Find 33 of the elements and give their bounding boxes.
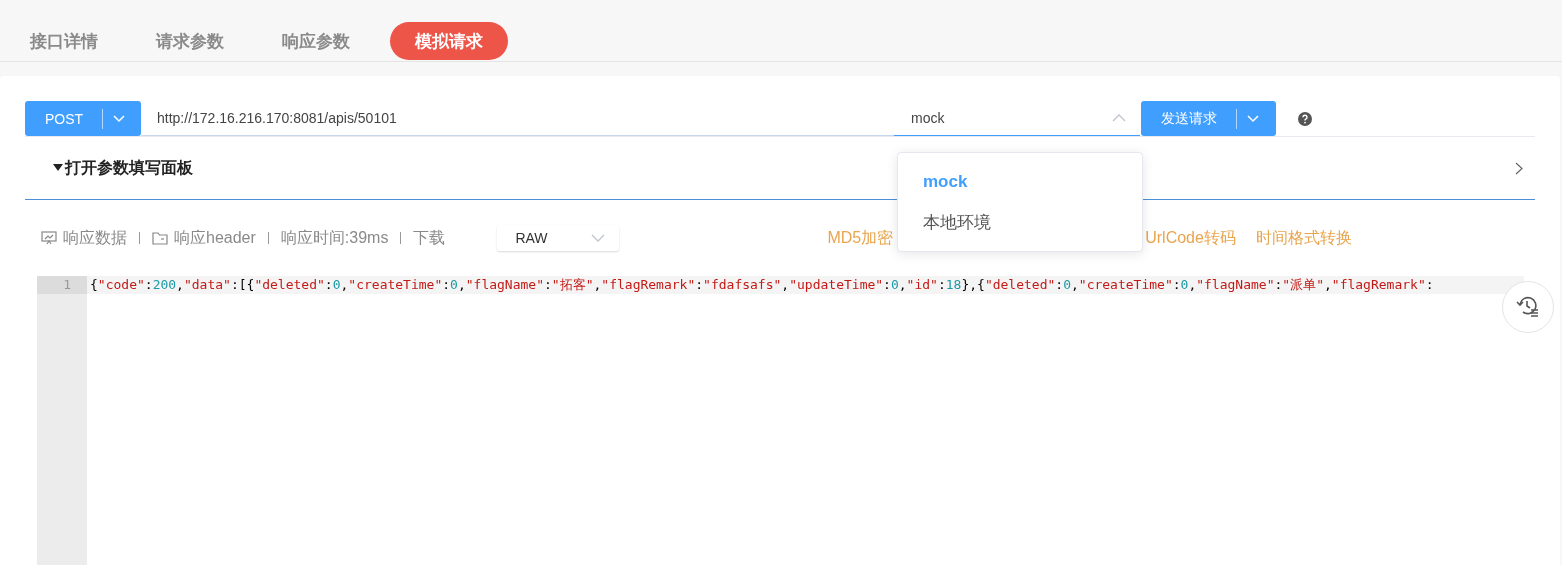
caret-icon: [53, 164, 63, 172]
tool-link[interactable]: UrlCode转码: [1145, 227, 1236, 249]
chevron-right-icon[interactable]: [1515, 161, 1523, 175]
tab[interactable]: 请求参数: [138, 22, 242, 60]
chevron-down-icon: [591, 234, 606, 242]
send-button[interactable]: 发送请求: [1141, 101, 1276, 136]
history-button[interactable]: [1502, 281, 1554, 333]
method-label: POST: [44, 110, 85, 127]
url-field[interactable]: http://172.16.216.170:8081/apis/50101: [141, 101, 894, 136]
environment-option[interactable]: mock: [898, 161, 1142, 202]
environment-option[interactable]: 本地环境: [898, 202, 1142, 243]
response-tab[interactable]: 响应header: [152, 227, 256, 249]
send-label: 发送请求: [1160, 109, 1218, 128]
param-panel-toggle[interactable]: 打开参数填写面板: [53, 157, 193, 179]
tab[interactable]: 响应参数: [264, 22, 368, 60]
folder-icon: [152, 231, 168, 245]
chevron-down-icon: [113, 114, 126, 123]
format-select[interactable]: RAW: [497, 225, 620, 251]
tab[interactable]: 模拟请求: [390, 22, 508, 60]
tool-link[interactable]: 时间格式转换: [1255, 227, 1352, 249]
chevron-down-icon: [1247, 114, 1259, 123]
chart-icon: [41, 231, 57, 245]
tool-link[interactable]: MD5加密: [827, 227, 894, 249]
environment-select[interactable]: mock: [894, 101, 1140, 136]
response-time: 响应时间:39ms: [280, 227, 389, 248]
line-number: 1: [37, 276, 87, 294]
help-icon[interactable]: [1298, 111, 1312, 126]
history-icon: [1516, 296, 1540, 318]
response-tab[interactable]: 响应数据: [41, 227, 127, 249]
chevron-up-icon: [1112, 114, 1126, 122]
download-link[interactable]: 下载: [413, 227, 446, 249]
tab[interactable]: 接口详情: [12, 22, 116, 60]
method-button[interactable]: POST: [25, 101, 141, 136]
